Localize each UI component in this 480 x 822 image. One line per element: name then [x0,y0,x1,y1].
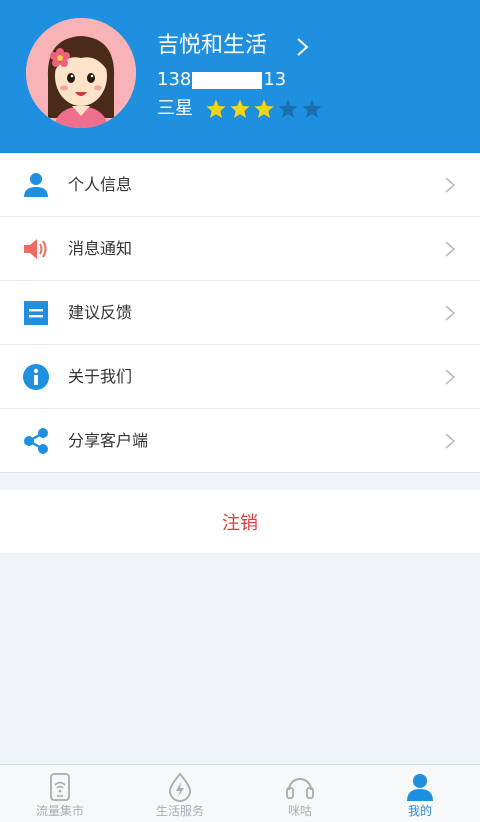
star-filled-icon [230,99,250,118]
menu-item-notifications[interactable]: 消息通知 [0,217,480,281]
chevron-right-icon [445,369,456,385]
chevron-right-icon [445,177,456,193]
phone-prefix: 138 [157,69,192,90]
menu-item-feedback[interactable]: 建议反馈 [0,281,480,345]
logout-button[interactable]: 注销 [0,490,480,553]
lightning-drop-icon [169,772,191,802]
menu-item-label: 个人信息 [68,175,133,194]
tab-traffic-market[interactable]: 流量集市 [0,765,120,822]
info-icon [23,364,49,390]
star-empty-icon [278,99,298,118]
menu-item-personal-info[interactable]: 个人信息 [0,153,480,217]
star-filled-icon [254,99,274,118]
share-icon [24,428,48,454]
star-filled-icon [206,99,226,118]
feedback-icon [24,301,48,325]
chevron-right-icon [445,305,456,321]
menu-item-label: 关于我们 [68,367,133,386]
settings-menu: 个人信息 消息通知 建议反馈 关于我们 分享客户端 [0,153,480,473]
phone-mask [192,71,263,89]
tab-label: 咪咕 [287,804,312,818]
profile-header: 吉悦和生活 138 13 三星 [0,0,480,153]
menu-item-label: 分享客户端 [68,431,149,450]
speaker-icon [24,239,47,259]
level-label: 三星 [157,98,193,119]
chevron-right-icon [445,241,456,257]
tab-bar: 流量集市 生活服务 咪咕 我的 [0,764,480,822]
member-level: 三星 [157,96,325,122]
avatar-illustration [26,18,136,128]
chevron-right-icon[interactable] [294,36,312,58]
star-empty-icon [302,99,322,118]
person-icon [407,774,433,801]
tab-label: 流量集市 [35,804,84,818]
person-icon [24,173,48,197]
phone-suffix: 13 [263,69,287,90]
menu-item-share[interactable]: 分享客户端 [0,409,480,472]
tab-migu[interactable]: 咪咕 [240,765,360,822]
headphones-icon [286,778,314,799]
username[interactable]: 吉悦和生活 [157,32,267,60]
phone-wifi-icon [50,773,70,801]
menu-item-about-us[interactable]: 关于我们 [0,345,480,409]
tab-mine[interactable]: 我的 [360,765,480,822]
menu-item-label: 消息通知 [68,239,133,258]
menu-item-label: 建议反馈 [68,303,133,322]
tab-label: 生活服务 [155,804,204,818]
chevron-right-icon [445,433,456,449]
tab-life-services[interactable]: 生活服务 [120,765,240,822]
phone-number: 138 13 [157,68,286,92]
avatar[interactable] [26,18,136,128]
star-rating [205,98,325,120]
tab-label: 我的 [407,804,432,818]
